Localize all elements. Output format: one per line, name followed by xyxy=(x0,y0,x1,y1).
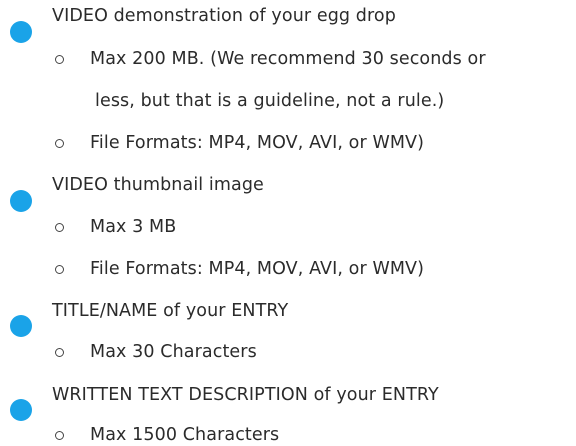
sub-bullet-icon xyxy=(55,139,64,148)
sub-bullet-icon xyxy=(55,223,64,232)
sub-bullet-icon xyxy=(55,348,64,357)
section-bullet-icon xyxy=(10,190,32,212)
section-heading: WRITTEN TEXT DESCRIPTION of your ENTRY xyxy=(52,385,439,405)
list-item: Max 30 Characters xyxy=(90,342,257,362)
sub-bullet-icon xyxy=(55,55,64,64)
section-bullet-icon xyxy=(10,21,32,43)
section-heading: TITLE/NAME of your ENTRY xyxy=(52,301,289,321)
list-item-continued: less, but that is a guideline, not a rul… xyxy=(95,91,445,111)
list-item: File Formats: MP4, MOV, AVI, or WMV) xyxy=(90,259,425,279)
list-item: Max 3 MB xyxy=(90,217,177,237)
list-item: Max 1500 Characters xyxy=(90,425,280,445)
section-bullet-icon xyxy=(10,399,32,421)
list-item: Max 200 MB. (We recommend 30 seconds or xyxy=(90,49,486,69)
sub-bullet-icon xyxy=(55,431,64,440)
sub-bullet-icon xyxy=(55,265,64,274)
section-bullet-icon xyxy=(10,315,32,337)
section-heading: VIDEO demonstration of your egg drop xyxy=(52,6,396,26)
section-heading: VIDEO thumbnail image xyxy=(52,175,264,195)
list-item: File Formats: MP4, MOV, AVI, or WMV) xyxy=(90,133,425,153)
